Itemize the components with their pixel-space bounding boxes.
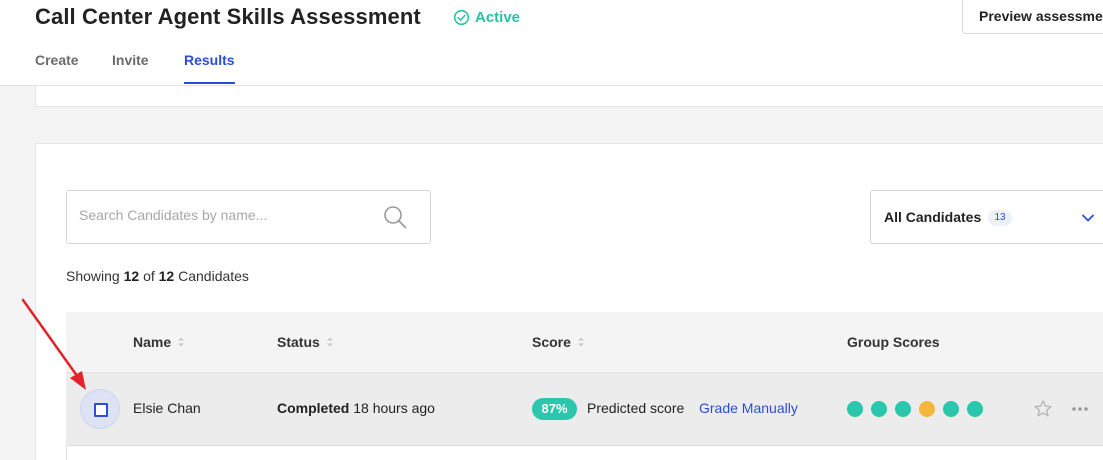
group-score-dot xyxy=(895,401,911,417)
row-divider xyxy=(66,446,67,460)
sort-icon xyxy=(577,337,584,347)
total-count: 12 xyxy=(158,268,175,284)
candidate-filter-dropdown[interactable]: All Candidates 13 xyxy=(870,190,1103,244)
candidate-name[interactable]: Elsie Chan xyxy=(133,400,201,416)
page-title: Call Center Agent Skills Assessment xyxy=(35,4,421,29)
shown-count: 12 xyxy=(123,268,140,284)
group-score-dot xyxy=(871,401,887,417)
group-score-dot xyxy=(919,401,935,417)
status-label: Active xyxy=(475,9,521,26)
sort-icon xyxy=(178,337,185,347)
status-time: 18 hours ago xyxy=(353,400,435,416)
search-input[interactable] xyxy=(79,207,369,223)
sort-icon xyxy=(326,337,333,347)
column-header-score[interactable]: Score xyxy=(532,334,585,350)
filter-label: All Candidates xyxy=(884,209,982,225)
filter-count-badge: 13 xyxy=(988,210,1012,226)
group-score-dot xyxy=(967,401,983,417)
score-label: Predicted score xyxy=(587,400,685,416)
check-circle-icon xyxy=(453,9,470,26)
column-header-name[interactable]: Name xyxy=(133,334,185,350)
row-select-checkbox[interactable] xyxy=(80,389,120,429)
column-header-status[interactable]: Status xyxy=(277,334,334,350)
tab-create[interactable]: Create xyxy=(35,52,79,68)
column-header-group-scores: Group Scores xyxy=(847,334,940,350)
more-options-icon[interactable] xyxy=(1070,401,1090,417)
results-count: Showing 12 of 12 Candidates xyxy=(66,268,249,284)
tab-invite[interactable]: Invite xyxy=(112,52,149,68)
grade-manually-link[interactable]: Grade Manually xyxy=(699,400,798,416)
status-text: Completed xyxy=(277,400,350,416)
summary-card xyxy=(35,86,1103,107)
search-box xyxy=(66,190,431,244)
checkbox-icon xyxy=(94,403,108,417)
group-score-dot xyxy=(943,401,959,417)
search-icon[interactable] xyxy=(383,205,407,229)
tab-results[interactable]: Results xyxy=(184,52,235,84)
preview-assessment-button[interactable]: Preview assessment xyxy=(962,0,1103,34)
group-score-dot xyxy=(847,401,863,417)
score-badge: 87% xyxy=(532,398,577,420)
status-badge: Active xyxy=(453,9,520,26)
chevron-down-icon xyxy=(1082,214,1094,222)
candidate-status: Completed 18 hours ago xyxy=(277,400,435,416)
star-icon[interactable] xyxy=(1033,399,1053,419)
